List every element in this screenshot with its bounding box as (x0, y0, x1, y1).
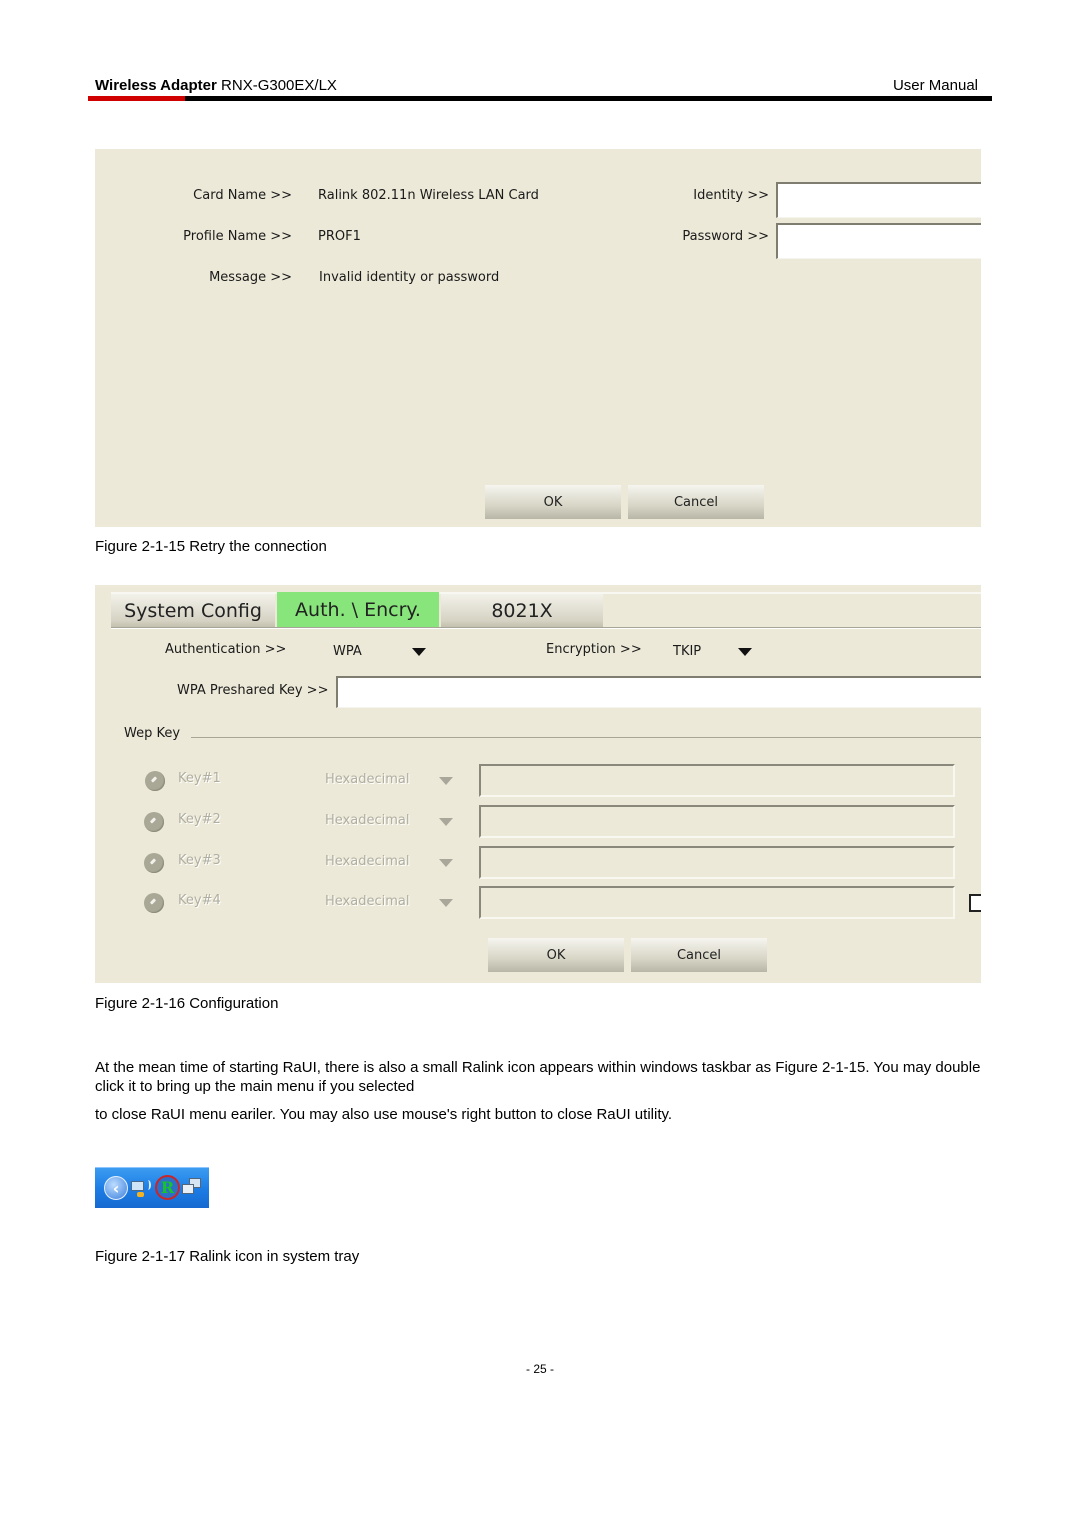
message-label: Message >> (209, 270, 292, 285)
document-header-title: Wireless Adapter RNX-G300EX/LX (95, 77, 337, 94)
key-radio[interactable] (144, 812, 164, 832)
ralink-icon[interactable]: R (155, 1175, 180, 1200)
psk-label: WPA Preshared Key >> (177, 683, 329, 698)
wep-key-group-label: Wep Key (124, 726, 181, 741)
key-input[interactable] (479, 886, 955, 919)
key-radio[interactable] (144, 853, 164, 873)
key-format-value[interactable]: Hexadecimal (325, 894, 409, 909)
wep-key-row: Key#3 Hexadecimal (95, 846, 981, 880)
chevron-down-icon (439, 859, 453, 867)
encryption-value: TKIP (673, 644, 702, 659)
figure-caption: Figure 2-1-17 Ralink icon in system tray (95, 1248, 360, 1265)
chevron-down-icon (439, 899, 453, 907)
cancel-button[interactable]: Cancel (628, 485, 764, 519)
figure-caption: Figure 2-1-16 Configuration (95, 995, 279, 1012)
key-radio[interactable] (144, 893, 164, 913)
password-label: Password >> (682, 229, 769, 244)
chevron-down-icon (738, 648, 752, 656)
figure-caption: Figure 2-1-15 Retry the connection (95, 538, 327, 555)
chevron-down-icon (439, 818, 453, 826)
identity-label: Identity >> (693, 188, 769, 203)
message-value: Invalid identity or password (319, 270, 500, 285)
key-label: Key#1 (178, 771, 221, 786)
wep-key-row: Key#4 Hexadecimal (95, 886, 981, 920)
chevron-down-icon (439, 777, 453, 785)
identity-input[interactable] (776, 182, 981, 218)
encryption-select[interactable]: TKIP (671, 641, 761, 663)
authentication-value: WPA (333, 644, 362, 659)
ok-button[interactable]: OK (488, 938, 624, 972)
cancel-button[interactable]: Cancel (631, 938, 767, 972)
key-label: Key#2 (178, 812, 221, 827)
authentication-label: Authentication >> (165, 642, 287, 657)
psk-input[interactable] (336, 676, 981, 708)
document-type: User Manual (892, 77, 978, 94)
chevron-down-icon (412, 648, 426, 656)
key-input[interactable] (479, 805, 955, 838)
key-input[interactable] (479, 764, 955, 797)
profile-name-label: Profile Name >> (183, 229, 292, 244)
card-name-label: Card Name >> (193, 188, 292, 203)
key-format-value[interactable]: Hexadecimal (325, 813, 409, 828)
wep-key-row: Key#1 Hexadecimal (95, 764, 981, 798)
wireless-network-icon[interactable] (131, 1178, 151, 1198)
tab-8021x[interactable]: 8021X (441, 594, 603, 627)
tab-system-config[interactable]: System Config (111, 594, 275, 627)
page-number: - 25 - (525, 1362, 554, 1376)
retry-connection-dialog: Card Name >> Ralink 802.11n Wireless LAN… (95, 149, 981, 527)
back-chevron-icon[interactable]: ‹ (104, 1176, 128, 1200)
auth-encryption-dialog: System Config Auth. \ Encry. 8021X Authe… (95, 585, 981, 983)
password-input[interactable] (776, 223, 981, 259)
checkbox[interactable] (969, 894, 981, 912)
product-name: Wireless Adapter (95, 77, 217, 94)
tab-auth-encry[interactable]: Auth. \ Encry. (277, 592, 439, 627)
key-format-value[interactable]: Hexadecimal (325, 854, 409, 869)
encryption-label: Encryption >> (546, 642, 642, 657)
key-label: Key#3 (178, 853, 221, 868)
profile-name-value: PROF1 (318, 229, 361, 244)
network-computers-icon[interactable] (181, 1178, 203, 1198)
body-paragraph: to close RaUI menu eariler. You may also… (95, 1106, 673, 1123)
body-paragraph: At the mean time of starting RaUI, there… (95, 1059, 981, 1095)
product-model: RNX-G300EX/LX (216, 77, 337, 94)
key-radio[interactable] (145, 771, 165, 791)
key-input[interactable] (479, 846, 955, 879)
header-rule (88, 96, 992, 101)
system-tray: ‹ R (95, 1167, 209, 1208)
key-format-value[interactable]: Hexadecimal (325, 772, 409, 787)
wep-key-row: Key#2 Hexadecimal (95, 805, 981, 839)
header-rule-accent (88, 96, 185, 101)
card-name-value: Ralink 802.11n Wireless LAN Card (318, 188, 539, 203)
ok-button[interactable]: OK (485, 485, 621, 519)
authentication-select[interactable]: WPA (331, 641, 431, 663)
key-label: Key#4 (178, 893, 221, 908)
